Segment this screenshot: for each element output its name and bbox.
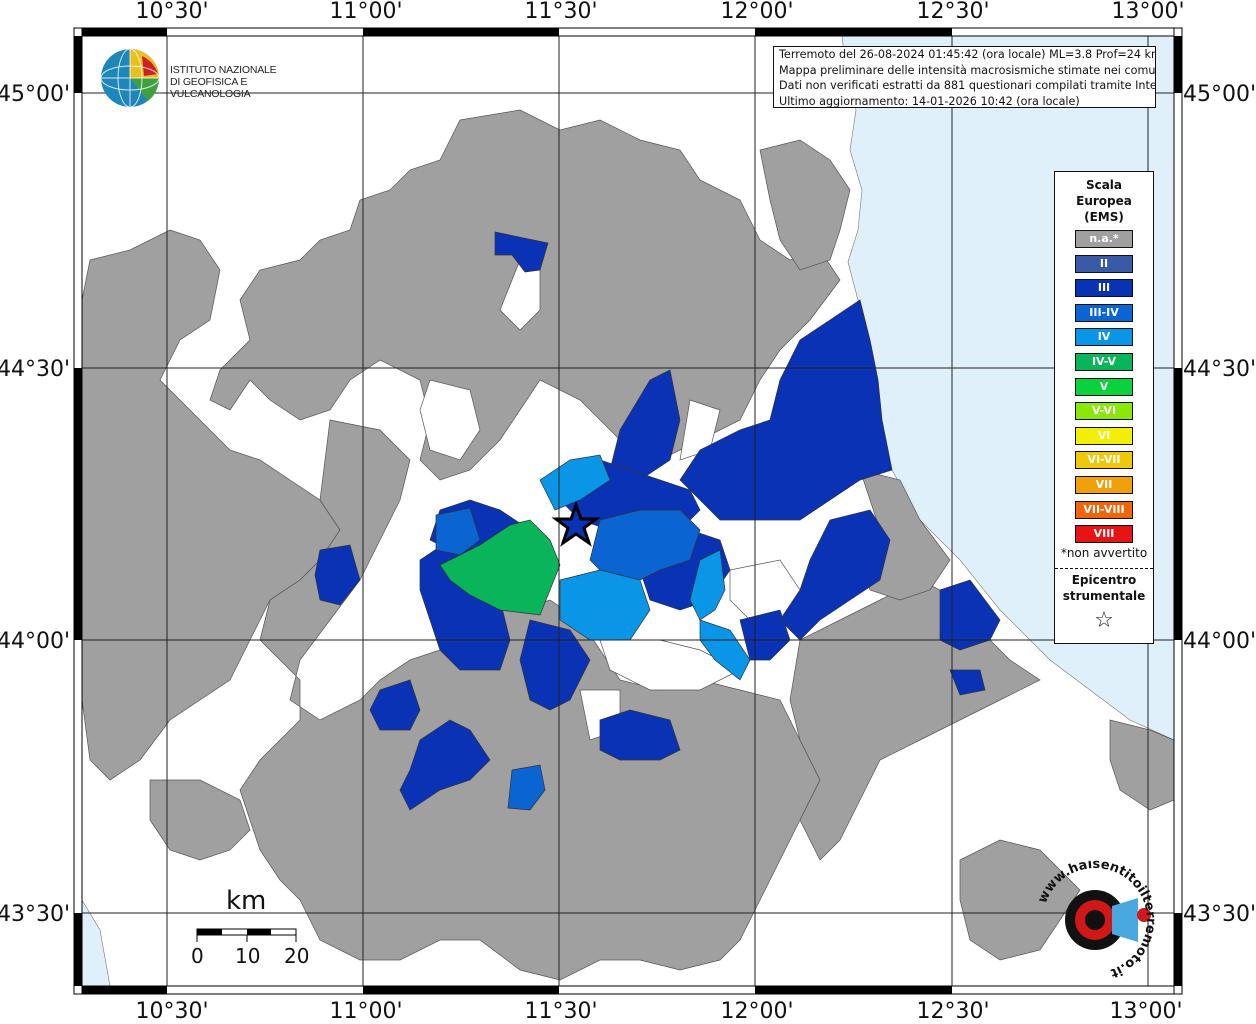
right-lat-1: 45°00' [1183,82,1256,107]
left-lat-4: 43°30' [0,902,70,927]
ingv-logo: ISTITUTO NAZIONALE DI GEOFISICA E VULCAN… [100,46,320,110]
right-lat-2: 44°30' [1183,357,1256,382]
event-info-box: Terremoto del 26-08-2024 01:45:42 (ora l… [773,46,1156,108]
top-lon-5: 12°30' [916,0,989,24]
top-lon-2: 11°00' [329,0,402,24]
bottom-lon-6: 13°00' [1109,999,1182,1024]
legend-swatch-0: n.a.* [1075,230,1133,248]
legend-swatch-2: III [1075,279,1133,298]
right-lat-3: 44°00' [1183,629,1256,654]
legend-title-line-3: (EMS) [1084,210,1124,224]
legend-swatch-5: IV-V [1075,353,1133,371]
legend-swatch-9: VI-VII [1075,451,1133,470]
map-interior [82,36,1174,986]
legend-swatch-11: VII-VIII [1075,500,1133,519]
legend-swatch-8: VI [1075,426,1133,445]
scale-tick-10: 10 [235,944,261,968]
legend-epicentre-line-2: strumentale [1062,589,1146,603]
bottom-lon-4: 12°00' [720,999,793,1024]
bottom-lon-2: 11°00' [329,999,402,1024]
legend-swatch-10: VII [1075,476,1133,494]
event-info-line-3: Dati non verificati estratti da 881 ques… [779,79,1156,92]
bottom-lon-5: 12°30' [916,999,989,1024]
hsit-badge-icon: www.haisentitoilterremoto.it [1035,857,1158,980]
ingv-name: ISTITUTO NAZIONALE DI GEOFISICA E VULCAN… [170,64,320,100]
ingv-globe-icon [100,48,160,108]
event-info-line-4: Ultimo aggiornamento: 14-01-2026 10:42 (… [779,94,1080,108]
top-lon-6: 13°00' [1111,0,1184,24]
event-info-line-2: Mappa preliminare delle intensità macros… [779,63,1156,77]
legend-swatch-1: II [1075,254,1133,273]
ingv-line-2: DI GEOFISICA E VULCANOLOGIA [170,76,251,100]
left-lat-2: 44°30' [0,357,70,382]
scale-unit: km [226,886,267,916]
legend-note: *non avvertito [1060,546,1148,560]
legend-swatch-4: IV [1075,328,1133,347]
legend-swatch-6: V [1075,377,1133,396]
ems-legend: Scala Europea (EMS) n.a.* II III III-IV IV IV… [1054,171,1154,644]
scale-tick-0: 0 [191,944,204,968]
scale-tick-20: 20 [284,944,310,968]
legend-swatch-7: V-VI [1075,402,1133,421]
hsit-logo[interactable]: www.haisentitoilterremoto.it [1030,857,1160,980]
legend-star-icon: ☆ [1094,608,1114,633]
top-lon-3: 11°30' [524,0,597,24]
legend-divider [1055,568,1153,569]
left-lat-3: 44°00' [0,629,70,654]
bottom-lon-1: 10°30' [135,999,208,1024]
legend-title-line-2: Europea [1076,194,1132,208]
right-lat-4: 43°30' [1183,902,1256,927]
top-lon-1: 10°30' [135,0,208,24]
bottom-lon-3: 11°30' [524,999,597,1024]
legend-title-line-1: Scala [1085,178,1123,192]
legend-swatch-3: III-IV [1075,303,1133,322]
event-info-line-1: Terremoto del 26-08-2024 01:45:42 (ora l… [779,48,1156,61]
legend-swatch-12: VIII [1075,525,1133,544]
top-lon-4: 12°00' [720,0,793,24]
legend-epicentre-label: Epicentro strumentale [1055,572,1153,604]
legend-title: Scala Europea (EMS) [1055,177,1153,225]
legend-epicentre-line-1: Epicentro [1071,573,1137,587]
left-lat-1: 45°00' [0,82,70,107]
ingv-line-1: ISTITUTO NAZIONALE [170,64,277,76]
